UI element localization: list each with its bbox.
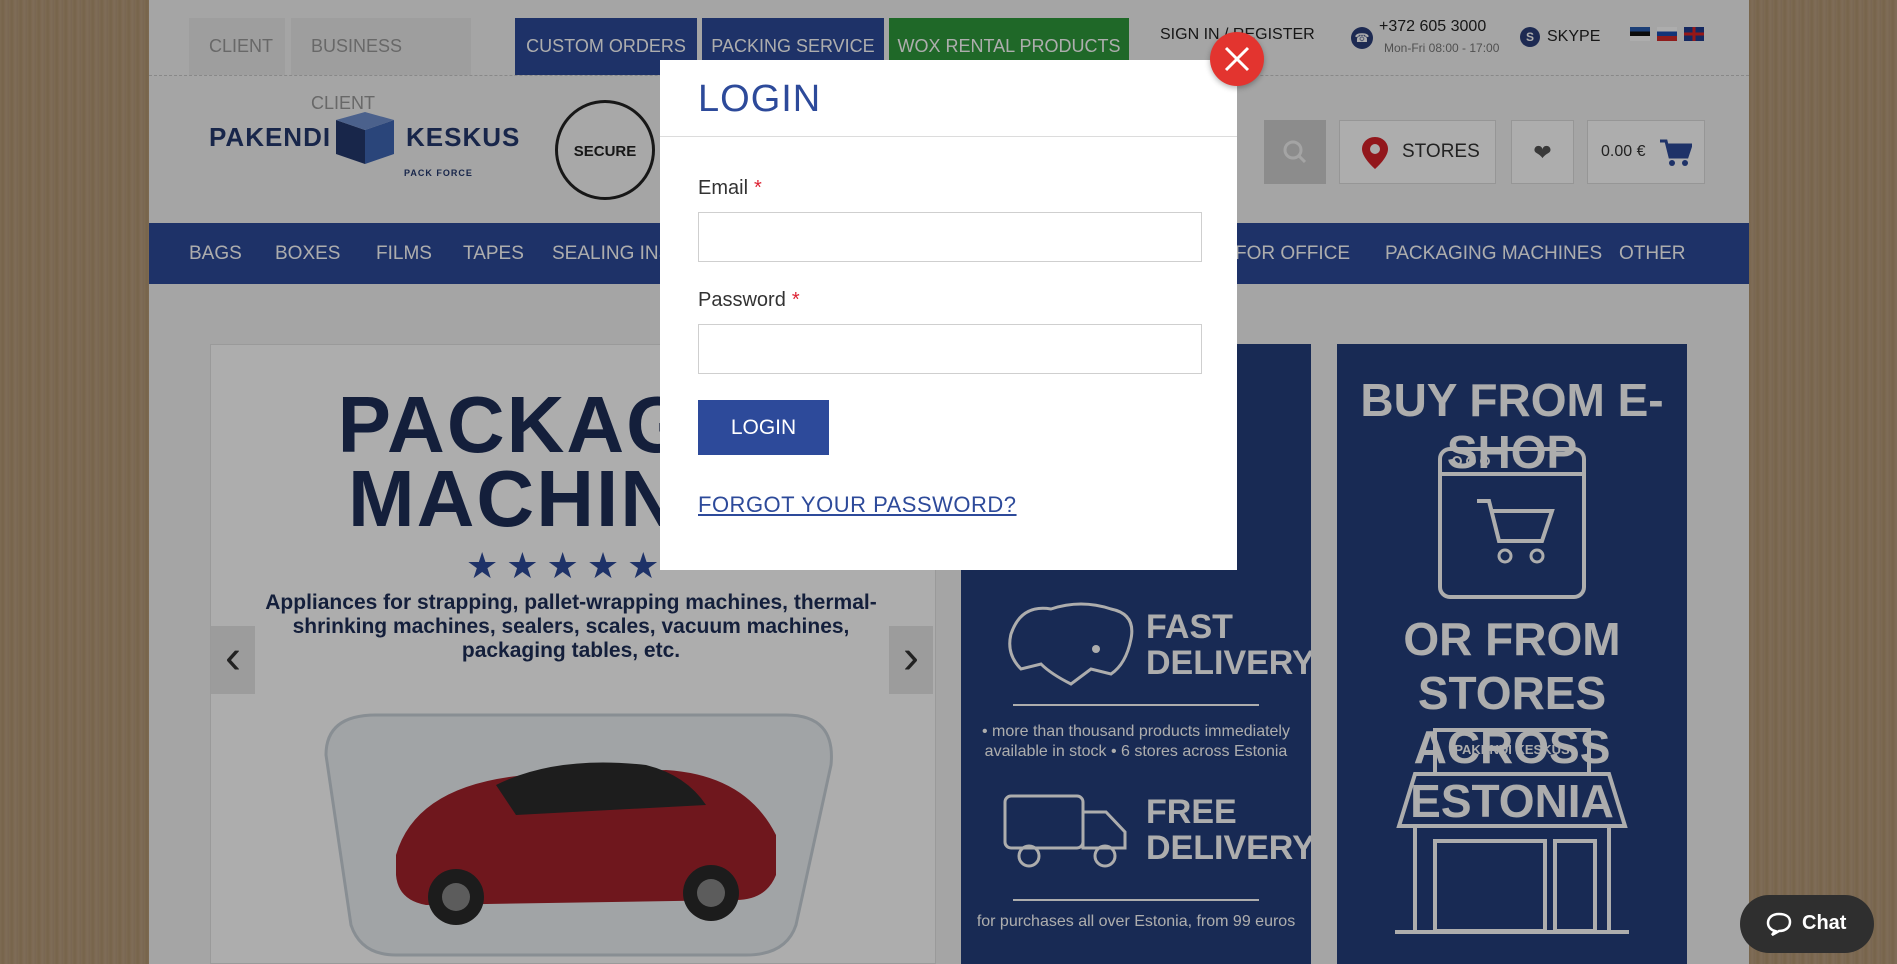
password-label: Password * bbox=[698, 289, 800, 311]
required-mark: * bbox=[754, 177, 762, 199]
modal-close-button[interactable] bbox=[1210, 32, 1264, 86]
email-label: Email * bbox=[698, 177, 762, 199]
chat-label: Chat bbox=[1802, 912, 1847, 934]
required-mark: * bbox=[791, 289, 800, 311]
password-field[interactable] bbox=[698, 324, 1202, 374]
login-button[interactable]: LOGIN bbox=[698, 400, 829, 455]
modal-title: LOGIN bbox=[698, 78, 822, 120]
email-field[interactable] bbox=[698, 212, 1202, 262]
chat-bubble-icon bbox=[1766, 912, 1792, 936]
modal-divider bbox=[660, 136, 1237, 137]
chat-button[interactable]: Chat bbox=[1740, 895, 1874, 953]
close-icon bbox=[1224, 46, 1250, 72]
login-modal: LOGIN Email * Password * LOGIN FORGOT YOUR… bbox=[660, 60, 1237, 570]
forgot-password-link[interactable]: FORGOT YOUR PASSWORD? bbox=[698, 492, 1017, 518]
